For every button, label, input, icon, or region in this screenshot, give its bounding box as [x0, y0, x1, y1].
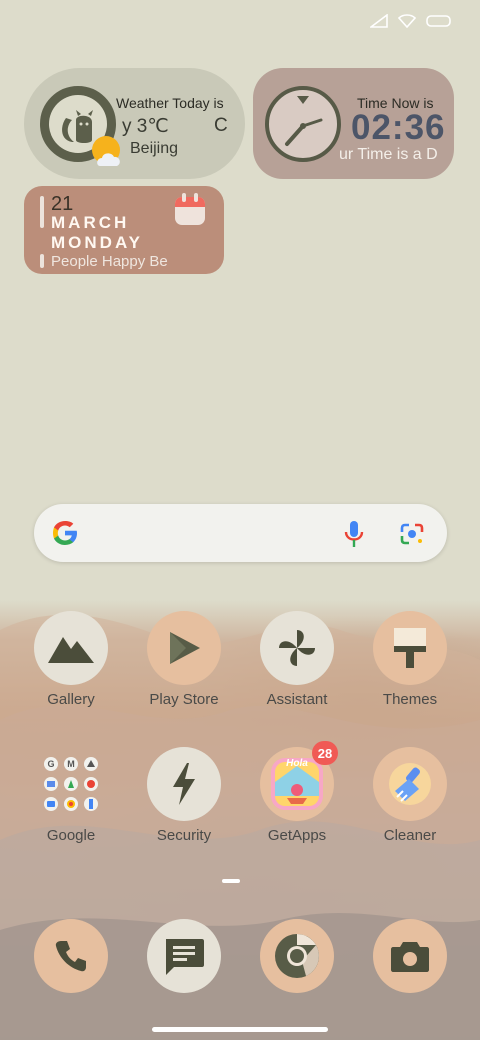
status-bar — [370, 14, 452, 28]
app-label: Cleaner — [383, 827, 437, 844]
app-label: Google — [46, 827, 96, 844]
analog-clock-icon — [265, 86, 341, 162]
wifi-icon — [398, 14, 416, 28]
google-apps-folder-icon[interactable]: G M — [34, 747, 108, 821]
app-label: GetApps — [267, 827, 327, 844]
date-marquee-text: People Happy Be — [51, 253, 168, 270]
notification-badge: 28 — [312, 741, 338, 765]
time-widget[interactable]: Time Now is 02:36 ur Time is a D — [253, 68, 454, 179]
app-label: Assistant — [266, 691, 328, 708]
app-cleaner[interactable]: Cleaner — [360, 747, 460, 844]
calendar-icon — [175, 193, 205, 225]
time-value: 02:36 — [351, 108, 446, 147]
chrome-icon[interactable] — [260, 919, 334, 993]
phone-icon[interactable] — [34, 919, 108, 993]
dock-messages[interactable] — [134, 919, 234, 993]
signal-icon — [370, 14, 388, 28]
google-g-icon — [53, 521, 77, 545]
paint-brush-icon[interactable] — [373, 611, 447, 685]
date-accent-bar — [40, 196, 44, 228]
battery-icon — [426, 15, 451, 27]
lightning-bolt-icon[interactable] — [147, 747, 221, 821]
gesture-nav-bar[interactable] — [152, 1027, 328, 1032]
broom-icon[interactable] — [373, 747, 447, 821]
time-subtitle: ur Time is a D — [339, 146, 438, 163]
camera-icon[interactable] — [373, 919, 447, 993]
app-label: Gallery — [47, 691, 95, 708]
app-gallery[interactable]: Gallery — [21, 611, 121, 708]
app-assistant[interactable]: Assistant — [247, 611, 347, 708]
app-themes[interactable]: Themes — [360, 611, 460, 708]
weather-unit: C — [214, 115, 228, 136]
app-google-folder[interactable]: G M Google — [21, 747, 121, 844]
play-store-icon[interactable] — [147, 611, 221, 685]
dock-camera[interactable] — [360, 919, 460, 993]
sunny-cloud-icon — [92, 136, 120, 166]
gallery-mountain-icon[interactable] — [34, 611, 108, 685]
google-search-bar[interactable] — [34, 504, 447, 562]
getapps-icon[interactable]: Hola 28 — [260, 741, 338, 821]
app-label: Security — [156, 827, 212, 844]
date-widget[interactable]: 21 MARCH MONDAY People Happy Be — [24, 186, 224, 274]
date-accent-bar — [40, 254, 44, 268]
app-label: Play Store — [149, 691, 219, 708]
app-getapps[interactable]: Hola 28 GetApps — [247, 741, 347, 844]
lens-camera-icon[interactable] — [399, 522, 425, 546]
pinwheel-icon[interactable] — [260, 611, 334, 685]
weather-title: Weather Today is — [116, 95, 224, 111]
date-month: MARCH — [51, 213, 130, 232]
weather-widget[interactable]: Weather Today is y 3℃ C Beijing — [24, 68, 245, 179]
app-label: Themes — [382, 691, 438, 708]
app-play-store[interactable]: Play Store — [134, 611, 234, 708]
page-indicator[interactable] — [222, 879, 240, 883]
messages-icon[interactable] — [147, 919, 221, 993]
dock-chrome[interactable] — [247, 919, 347, 993]
app-security[interactable]: Security — [134, 747, 234, 844]
microphone-icon[interactable] — [342, 520, 366, 548]
svg-text:M: M — [67, 759, 75, 769]
dock-phone[interactable] — [21, 919, 121, 993]
svg-text:Hola: Hola — [286, 758, 308, 769]
svg-text:G: G — [47, 759, 54, 769]
weather-city: Beijing — [130, 140, 179, 157]
date-weekday: MONDAY — [51, 233, 143, 252]
